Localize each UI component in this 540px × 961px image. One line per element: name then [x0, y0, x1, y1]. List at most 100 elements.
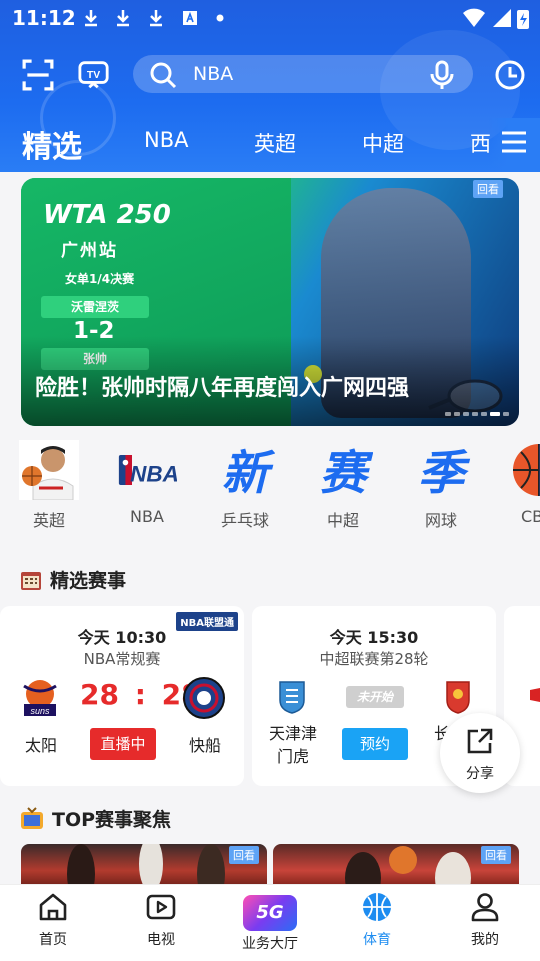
suns-logo-icon: suns: [23, 680, 57, 716]
bottom-nav: 首页 电视 5G 业务大厅 体育 我的: [0, 884, 540, 961]
live-button[interactable]: 直播中: [90, 728, 156, 760]
category-csl[interactable]: 赛 中超: [303, 436, 383, 531]
category-cba[interactable]: CB: [499, 436, 540, 526]
match-league: NBA常规赛: [83, 650, 161, 668]
download-icon: [117, 10, 129, 27]
replay-badge: 回看: [481, 846, 511, 864]
svg-text:suns: suns: [30, 706, 50, 716]
category-label: NBA: [130, 507, 164, 526]
header: 11:12 TV NBA 精选 NBA 英超 中超 西: [0, 0, 540, 172]
reserve-button[interactable]: 预约: [342, 728, 408, 760]
tv-cast-icon[interactable]: TV: [78, 58, 110, 90]
home-icon: [39, 893, 67, 921]
tab-csl[interactable]: 中超: [362, 128, 404, 158]
history-clock-icon[interactable]: [494, 59, 526, 91]
banner-round: 女单1/4决赛: [65, 272, 135, 286]
home-team-name-line2: 门虎: [276, 747, 309, 766]
search-query: NBA: [193, 63, 234, 85]
nav-mine[interactable]: 我的: [440, 891, 530, 949]
nav-home[interactable]: 首页: [8, 891, 98, 949]
match-score: 28 : 28: [80, 678, 201, 711]
nav-business-hall[interactable]: 5G 业务大厅: [225, 891, 315, 953]
banner-event: 广州站: [61, 241, 118, 261]
changchun-crest-icon: [446, 681, 470, 714]
featured-title-text: 精选赛事: [50, 570, 127, 592]
thumbnail-players-image: [67, 844, 225, 888]
ji-calligraphy-icon: 季: [418, 446, 471, 500]
carousel-dots: [445, 412, 509, 416]
category-label: 英超: [32, 511, 65, 530]
banner-opponent: 沃雷涅茨: [41, 296, 149, 318]
download-icon: [85, 10, 97, 27]
battery-icon: [517, 10, 529, 29]
keyboard-icon: [183, 11, 197, 25]
tab-premier-league[interactable]: 英超: [254, 128, 296, 158]
tianjin-crest-icon: [279, 681, 305, 714]
match-league: 中超联赛第28轮: [319, 650, 429, 668]
nav-tv[interactable]: 电视: [116, 891, 206, 949]
status-bar: 11:12: [0, 0, 540, 36]
banner-logo: WTA 250: [43, 200, 171, 230]
home-team-name-line1: 天津津: [268, 724, 317, 743]
5g-promo-icon: 5G: [243, 895, 297, 931]
status-time: 11:12: [12, 6, 76, 30]
scan-icon[interactable]: [22, 59, 54, 91]
signal-icon: [493, 9, 511, 27]
carousel-dot: [472, 412, 478, 416]
menu-icon[interactable]: [500, 130, 528, 154]
nav-label: 电视: [147, 932, 175, 948]
download-icon: [150, 10, 162, 27]
hero-banner[interactable]: WTA 250 广州站 女单1/4决赛 沃雷涅茨 1-2 张帅 回看 险胜！张帅…: [21, 178, 519, 426]
carousel-dot: [503, 412, 509, 416]
category-label: 网球: [424, 511, 457, 530]
category-premier-league[interactable]: 英超: [9, 436, 89, 531]
team-logo-icon: [530, 688, 540, 702]
top-section-title: TOP赛事聚焦: [20, 805, 171, 832]
wifi-icon: [463, 8, 485, 27]
tab-featured[interactable]: 精选: [22, 122, 82, 166]
carousel-dot: [445, 412, 451, 416]
share-icon: [467, 728, 493, 754]
user-icon: [471, 893, 499, 922]
nav-label: 业务大厅: [242, 936, 298, 952]
nba-logo-icon: NBA: [118, 455, 177, 486]
top-video-thumbnail[interactable]: 回看: [273, 844, 519, 888]
home-team-name: 太阳: [24, 736, 57, 755]
basketball-icon: [363, 893, 391, 921]
match-card-nba[interactable]: NBA联盟通 今天 10:30 NBA常规赛 suns 28 : 28 太阳 直…: [0, 606, 244, 786]
nav-label: 我的: [471, 932, 499, 948]
category-row: 英超 NBA NBA 新 乒乓球 赛 中超 季 网球 CB: [0, 436, 540, 532]
share-button[interactable]: 分享: [440, 713, 520, 793]
svg-text:赛: 赛: [320, 446, 373, 500]
category-tennis[interactable]: 季 网球: [401, 436, 481, 531]
category-table-tennis[interactable]: 新 乒乓球: [205, 436, 285, 531]
calendar-icon: [21, 571, 41, 590]
svg-text:新: 新: [222, 446, 275, 500]
thumbnail-players-image: [345, 846, 471, 888]
score-separator: :: [134, 678, 146, 711]
banner-title: 险胜！张帅时隔八年再度闯入广网四强: [35, 376, 410, 401]
top-bar: TV NBA: [0, 52, 540, 98]
top-video-thumbnail[interactable]: 回看: [21, 844, 267, 888]
tab-nba[interactable]: NBA: [144, 128, 188, 152]
top-title-text: TOP赛事聚焦: [52, 809, 172, 831]
player-photo-icon: [19, 440, 79, 500]
carousel-dot-active: [490, 412, 500, 416]
tv-play-icon: [146, 894, 176, 920]
channel-tabs: 精选 NBA 英超 中超 西: [0, 118, 540, 170]
nav-sports[interactable]: 体育: [332, 891, 422, 949]
nav-label: 首页: [39, 932, 67, 948]
search-bar[interactable]: NBA: [133, 55, 473, 93]
match-time: 今天 15:30: [329, 628, 419, 647]
nav-label: 体育: [363, 932, 391, 948]
match-time: 今天 10:30: [77, 628, 167, 647]
sai-calligraphy-icon: 赛: [320, 446, 373, 500]
carousel-dot: [463, 412, 469, 416]
carousel-dot: [481, 412, 487, 416]
notification-dot-icon: [216, 14, 224, 22]
category-nba[interactable]: NBA NBA: [107, 436, 187, 526]
carousel-dot: [454, 412, 460, 416]
microphone-icon[interactable]: [429, 60, 455, 90]
xin-calligraphy-icon: 新: [222, 446, 275, 500]
svg-text:TV: TV: [87, 70, 100, 81]
